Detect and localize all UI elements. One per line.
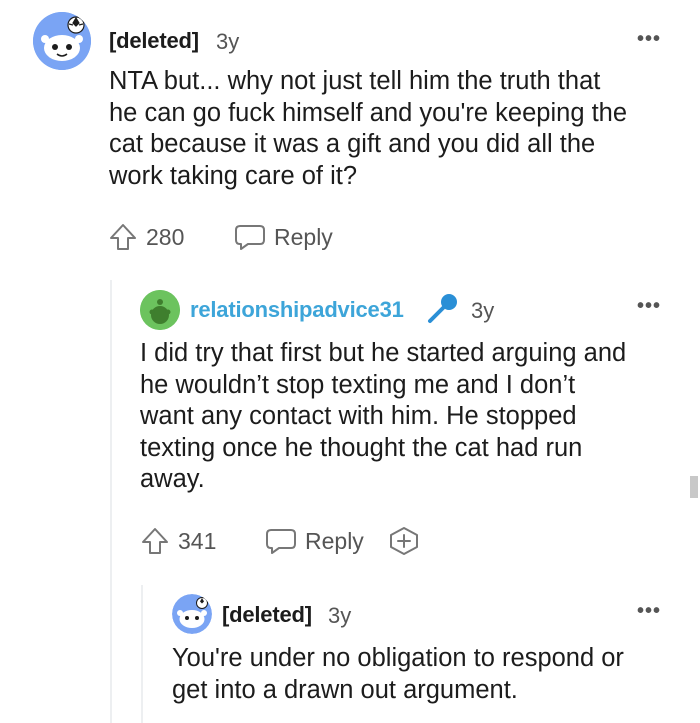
upvote-arrow-icon: [140, 526, 170, 556]
comment-body: NTA but... why not just tell him the tru…: [109, 66, 689, 192]
comment-author[interactable]: [deleted]: [109, 28, 199, 54]
comment-body-line: texting once he thought the cat had run: [140, 433, 583, 462]
more-options-icon[interactable]: •••: [637, 28, 661, 51]
award-button[interactable]: [388, 526, 420, 556]
comment-body-line: You're under no obligation to respond or: [172, 644, 624, 672]
reply-button[interactable]: Reply: [234, 222, 333, 252]
comment-body: You're under no obligation to respond or…: [172, 643, 682, 706]
comment-body-line: he can go fuck himself and you're keepin…: [109, 98, 628, 127]
comment-author[interactable]: [deleted]: [222, 602, 312, 628]
user-avatar[interactable]: [140, 290, 180, 330]
vote-score: 341: [178, 527, 217, 554]
thread-line[interactable]: [141, 585, 143, 723]
chat-bubble-icon: [265, 526, 297, 556]
comment-body-line: I did try that first but he started argu…: [140, 339, 627, 367]
comment-body-line: cat because it was a gift and you did al…: [109, 130, 596, 158]
award-plus-icon: [388, 526, 420, 556]
comment-age: 3y: [471, 298, 495, 323]
reply-label: Reply: [274, 223, 333, 250]
upvote-arrow-icon: [108, 222, 138, 252]
comment-body-line: away.: [140, 465, 205, 493]
comment-body-line: get into a drawn out argument.: [172, 675, 518, 704]
comment-age: 3y: [216, 29, 240, 54]
scrollbar-thumb[interactable]: [690, 476, 698, 498]
mic-icon: [425, 292, 459, 326]
upvote-button[interactable]: 280: [108, 222, 184, 252]
comment-body-line: NTA but... why not just tell him the tru…: [109, 67, 601, 95]
more-options-icon[interactable]: •••: [637, 295, 661, 318]
comment-body-line: want any contact with him. He stopped: [140, 402, 577, 430]
thread-line[interactable]: [110, 280, 112, 723]
comment-body-line: he wouldn’t stop texting me and I don’t: [140, 370, 576, 399]
more-options-icon[interactable]: •••: [637, 600, 661, 623]
chat-bubble-icon: [234, 222, 266, 252]
comment-age: 3y: [328, 603, 352, 628]
comment-body-line: work taking care of it?: [109, 161, 358, 190]
deleted-user-avatar[interactable]: [172, 594, 212, 634]
deleted-user-avatar[interactable]: [33, 12, 91, 70]
reply-label: Reply: [305, 527, 364, 554]
reply-button[interactable]: Reply: [265, 526, 364, 556]
comment-body: I did try that first but he started argu…: [140, 338, 680, 496]
upvote-button[interactable]: 341: [140, 526, 216, 556]
comment-author[interactable]: relationshipadvice31: [190, 297, 404, 323]
vote-score: 280: [146, 223, 185, 250]
